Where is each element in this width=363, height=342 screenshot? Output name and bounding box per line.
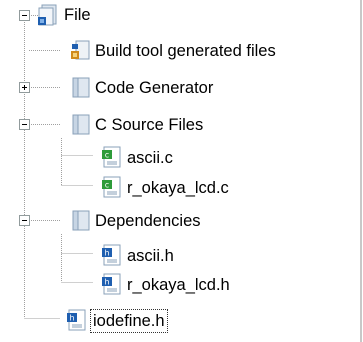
tree-item-dependencies-label[interactable]: Dependencies [93,210,203,232]
folder-icon [72,77,90,98]
c-file-icon: c [102,146,121,168]
tree-item-ascii-h-label[interactable]: ascii.h [125,245,176,267]
tree-item-code-generator-label[interactable]: Code Generator [93,77,215,99]
h-file-icon: h [102,273,121,295]
tree-item-file-label[interactable]: File [62,4,93,26]
panel-border [360,0,362,342]
c-file-icon: c [102,176,121,198]
tree-item-r-okaya-lcd-h-label[interactable]: r_okaya_lcd.h [125,274,232,296]
folder-icon [72,114,90,135]
tree-item-iodefine-h-label[interactable]: iodefine.h [90,309,168,333]
svg-text:h: h [69,314,74,323]
svg-text:h: h [104,278,109,287]
svg-text:h: h [104,249,109,258]
project-icon [38,4,57,26]
tree-item-ascii-c-label[interactable]: ascii.c [125,147,175,169]
folder-icon [72,210,90,231]
svg-text:c: c [105,181,109,190]
collapse-toggle[interactable] [19,215,30,226]
svg-text:c: c [105,151,109,160]
h-file-icon: h [67,309,86,331]
h-file-icon: h [102,244,121,266]
tree-item-c-source-files-label[interactable]: C Source Files [93,114,205,136]
expand-toggle[interactable] [19,82,30,93]
collapse-toggle[interactable] [19,10,30,21]
project-tree: File Build tool generated files Code Gen… [0,0,363,342]
tree-item-build-tool-label[interactable]: Build tool generated files [93,40,278,62]
tree-item-r-okaya-lcd-c-label[interactable]: r_okaya_lcd.c [125,177,231,199]
build-files-icon [71,40,90,60]
collapse-toggle[interactable] [19,119,30,130]
